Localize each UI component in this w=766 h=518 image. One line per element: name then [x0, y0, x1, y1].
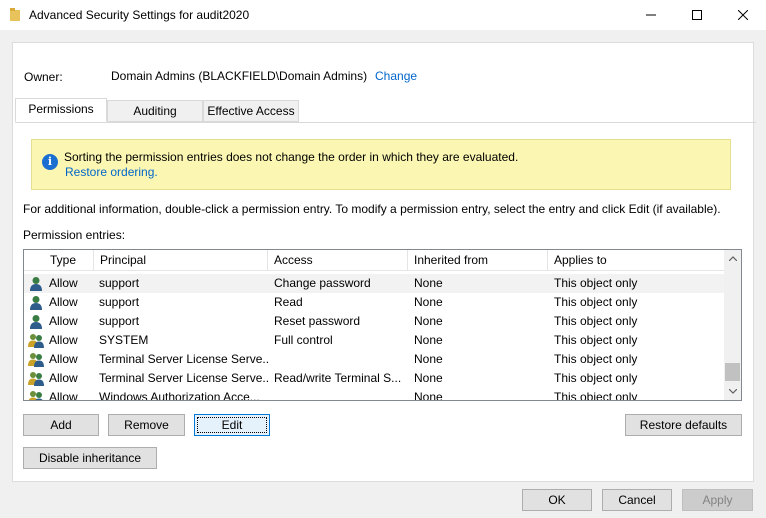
- apply-button[interactable]: Apply: [682, 489, 753, 511]
- cell-applies: This object only: [554, 352, 638, 366]
- table-row[interactable]: Allow support Change password None This obje…: [24, 274, 725, 293]
- cell-type: Allow: [49, 295, 78, 309]
- edit-button[interactable]: Edit: [194, 414, 270, 436]
- column-header-principal[interactable]: Principal: [94, 250, 268, 271]
- info-bar: i Sorting the permission entries does no…: [31, 139, 731, 190]
- help-text: For additional information, double-click…: [23, 202, 721, 216]
- restore-ordering-link[interactable]: Restore ordering.: [65, 165, 158, 179]
- chevron-up-icon: [728, 256, 737, 261]
- owner-value: Domain Admins (BLACKFIELD\Domain Admins): [111, 69, 368, 83]
- table-row[interactable]: Allow Windows Authorization Acce... None Th…: [24, 388, 725, 401]
- cell-type: Allow: [49, 314, 78, 328]
- cell-access: Read/write Terminal S...: [274, 371, 402, 385]
- maximize-icon: [692, 10, 702, 20]
- scroll-thumb[interactable]: [725, 363, 740, 381]
- column-header-applies-to[interactable]: Applies to: [548, 250, 725, 271]
- add-button[interactable]: Add: [23, 414, 99, 436]
- cell-inherited: None: [414, 295, 443, 309]
- tab-permissions[interactable]: Permissions: [15, 98, 107, 122]
- cell-applies: This object only: [554, 314, 638, 328]
- cell-principal: support: [99, 276, 140, 290]
- cell-access: Reset password: [274, 314, 361, 328]
- cancel-button[interactable]: Cancel: [602, 489, 672, 511]
- cell-applies: This object only: [554, 333, 638, 347]
- cell-applies: This object only: [554, 371, 638, 385]
- cell-type: Allow: [49, 390, 78, 401]
- table-row[interactable]: Allow support Read None This object only: [24, 293, 725, 312]
- cell-type: Allow: [49, 371, 78, 385]
- group-icon: [28, 334, 44, 348]
- cell-inherited: None: [414, 333, 443, 347]
- restore-defaults-button[interactable]: Restore defaults: [625, 414, 742, 436]
- table-row[interactable]: Allow support Reset password None This objec…: [24, 312, 725, 331]
- remove-button[interactable]: Remove: [108, 414, 185, 436]
- cell-principal: support: [99, 295, 140, 309]
- title-bar: Advanced Security Settings for audit2020: [0, 0, 766, 30]
- cell-access: Change password: [274, 276, 371, 290]
- group-icon: [28, 391, 43, 400]
- minimize-button[interactable]: [628, 0, 674, 30]
- table-row[interactable]: Allow Terminal Server License Serve... Rea…: [24, 369, 725, 388]
- cell-principal: Terminal Server License Serve...: [99, 352, 269, 366]
- column-header-type[interactable]: Type: [44, 250, 94, 271]
- cell-inherited: None: [414, 371, 443, 385]
- cell-inherited: None: [414, 390, 443, 401]
- tab-auditing[interactable]: Auditing: [107, 100, 203, 122]
- minimize-icon: [646, 14, 656, 16]
- ok-button[interactable]: OK: [522, 489, 592, 511]
- list-header: Type Principal Access Inherited from App…: [24, 250, 725, 271]
- maximize-button[interactable]: [674, 0, 720, 30]
- main-panel: Owner: Domain Admins (BLACKFIELD\Domain …: [12, 42, 756, 482]
- cell-inherited: None: [414, 314, 443, 328]
- cell-inherited: None: [414, 352, 443, 366]
- scroll-up-button[interactable]: [724, 250, 741, 267]
- cell-access: [274, 350, 409, 369]
- info-icon: i: [42, 154, 58, 170]
- owner-label: Owner:: [24, 70, 63, 84]
- cell-access: [274, 388, 409, 400]
- close-button[interactable]: [720, 0, 766, 30]
- permission-entries-list[interactable]: Type Principal Access Inherited from App…: [23, 249, 742, 401]
- cell-principal: SYSTEM: [99, 333, 149, 347]
- tab-divider: [15, 122, 756, 124]
- cell-principal: Terminal Server License Serve...: [99, 371, 269, 385]
- column-header-access[interactable]: Access: [268, 250, 408, 271]
- user-icon: [30, 296, 42, 310]
- tab-effective-access[interactable]: Effective Access: [203, 100, 299, 122]
- folder-icon: [10, 8, 20, 21]
- cell-principal: support: [99, 314, 140, 328]
- cell-applies: This object only: [554, 276, 638, 290]
- close-icon: [738, 10, 748, 20]
- user-icon: [30, 277, 42, 291]
- user-icon: [30, 315, 42, 329]
- change-owner-link[interactable]: Change: [375, 69, 417, 83]
- info-message: Sorting the permission entries does not …: [64, 150, 519, 164]
- cell-access: Read: [274, 295, 303, 309]
- group-icon: [28, 353, 44, 367]
- chevron-down-icon: [728, 389, 737, 394]
- table-row[interactable]: Allow Terminal Server License Serve... Non…: [24, 350, 725, 369]
- cell-type: Allow: [49, 276, 78, 290]
- cell-type: Allow: [49, 333, 78, 347]
- cell-applies: This object only: [554, 295, 638, 309]
- vertical-scrollbar[interactable]: [724, 250, 741, 400]
- disable-inheritance-button[interactable]: Disable inheritance: [23, 447, 157, 469]
- group-icon: [28, 372, 44, 386]
- cell-applies: This object only: [554, 390, 638, 401]
- scroll-down-button[interactable]: [724, 383, 741, 400]
- cell-inherited: None: [414, 276, 443, 290]
- cell-type: Allow: [49, 352, 78, 366]
- window-title: Advanced Security Settings for audit2020: [29, 8, 250, 22]
- column-header-inherited-from[interactable]: Inherited from: [408, 250, 548, 271]
- cell-access: Full control: [274, 333, 333, 347]
- table-row[interactable]: Allow SYSTEM Full control None This object o…: [24, 331, 725, 350]
- entries-label: Permission entries:: [23, 228, 126, 242]
- cell-principal: Windows Authorization Acce...: [99, 390, 260, 401]
